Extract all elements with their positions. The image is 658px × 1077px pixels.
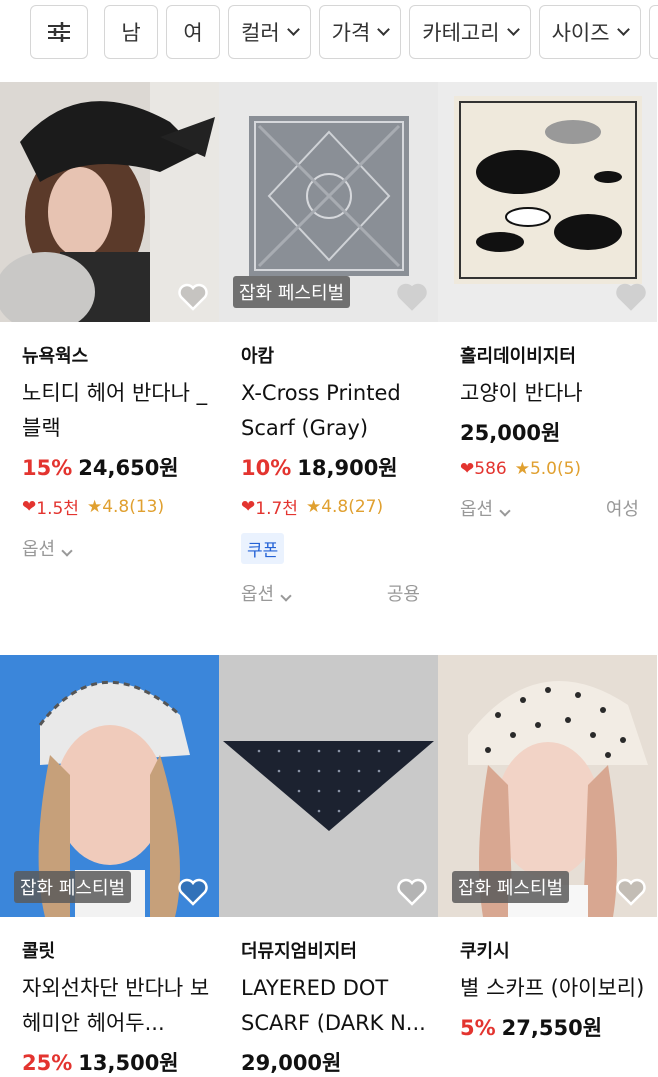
price: 13,500원 bbox=[78, 1051, 179, 1075]
product-image[interactable]: 잡화 페스티벌 bbox=[438, 655, 657, 917]
price-row: 25,000원 bbox=[460, 417, 657, 447]
product-image[interactable] bbox=[219, 655, 438, 917]
filter-color-dropdown[interactable]: 컬러 bbox=[228, 5, 311, 59]
star-icon: ★ bbox=[514, 459, 530, 479]
product-image[interactable] bbox=[0, 82, 219, 322]
discount-rate: 25% bbox=[22, 1051, 73, 1075]
brand-name[interactable]: 쿠키시 bbox=[460, 937, 657, 963]
product-card[interactable]: 뉴욕웍스 노티디 헤어 반다나 _ 블랙 15% 24,650원 ❤ 1.5천 ★ 4… bbox=[0, 82, 219, 561]
filter-male-button[interactable]: 남 bbox=[104, 5, 158, 59]
stats-row: ❤ 586 ★ 5.0(5) bbox=[460, 459, 657, 479]
stats-row: ❤ 1.7천 ★ 4.8(27) bbox=[241, 494, 438, 520]
product-card[interactable]: 더뮤지엄비지터 LAYERED DOT SCARF (DARK N... 29,… bbox=[219, 655, 438, 1077]
festival-badge: 잡화 페스티벌 bbox=[14, 871, 132, 903]
like-count: 1.5천 bbox=[36, 499, 79, 519]
brand-name[interactable]: 더뮤지엄비지터 bbox=[241, 937, 438, 963]
price-row: 5% 27,550원 bbox=[460, 1012, 657, 1042]
product-name[interactable]: 별 스카프 (아이보리) bbox=[460, 971, 657, 1006]
price: 27,550원 bbox=[501, 1016, 603, 1040]
brand-name[interactable]: 콜릿 bbox=[22, 937, 219, 963]
like-count: 586 bbox=[474, 459, 507, 479]
heart-outline-icon[interactable] bbox=[396, 877, 428, 907]
option-row[interactable]: 옵션 공용 bbox=[241, 580, 438, 606]
product-name[interactable]: LAYERED DOT SCARF (DARK N... bbox=[241, 971, 438, 1041]
star-icon: ★ bbox=[86, 496, 103, 517]
rating: 5.0(5) bbox=[529, 459, 582, 479]
option-label: 옵션 bbox=[22, 539, 56, 560]
product-image[interactable] bbox=[438, 82, 657, 322]
product-name[interactable]: 노티디 헤어 반다나 _ 블랙 bbox=[22, 376, 219, 446]
option-label: 옵션 bbox=[460, 499, 494, 520]
heart-filled-icon: ❤ bbox=[22, 496, 37, 517]
discount-rate: 5% bbox=[460, 1016, 496, 1040]
option-label: 옵션 bbox=[241, 584, 275, 605]
filter-price-dropdown[interactable]: 가격 bbox=[318, 5, 402, 59]
heart-outline-icon[interactable] bbox=[615, 282, 647, 312]
gender-label: 공용 bbox=[386, 584, 420, 605]
chevron-down-icon bbox=[506, 22, 520, 36]
rating: 4.8(13) bbox=[102, 496, 165, 517]
like-count: 1.7천 bbox=[255, 499, 298, 519]
price-row: 25% 13,500원 bbox=[22, 1047, 219, 1077]
chevron-down-icon bbox=[286, 22, 300, 36]
brand-name[interactable]: 홀리데이비지터 bbox=[460, 342, 657, 368]
discount-rate: 15% bbox=[22, 456, 73, 480]
product-card[interactable]: 잡화 페스티벌 쿠키시 별 스카프 (아이보리) 5% 27,550원 bbox=[438, 655, 657, 1042]
coupon-badge: 쿠폰 bbox=[241, 533, 285, 564]
heart-filled-icon: ❤ bbox=[460, 459, 475, 479]
rating: 4.8(27) bbox=[321, 496, 384, 517]
star-icon: ★ bbox=[305, 496, 322, 517]
product-card[interactable]: 잡화 페스티벌 콜릿 자외선차단 반다나 보헤미안 헤어두... 25% 13,5… bbox=[0, 655, 219, 1077]
product-name[interactable]: 고양이 반다나 bbox=[460, 376, 657, 411]
brand-name[interactable]: 아캄 bbox=[241, 342, 438, 368]
price-row: 15% 24,650원 bbox=[22, 452, 219, 482]
price: 24,650원 bbox=[78, 456, 179, 480]
chevron-down-icon bbox=[61, 545, 73, 557]
filter-size-dropdown[interactable]: 사이즈 bbox=[538, 5, 641, 59]
chevron-down-icon bbox=[280, 590, 292, 602]
product-image[interactable]: 잡화 페스티벌 bbox=[0, 655, 219, 917]
discount-rate: 10% bbox=[241, 456, 292, 480]
heart-outline-icon[interactable] bbox=[177, 282, 209, 312]
product-name[interactable]: X-Cross Printed Scarf (Gray) bbox=[241, 376, 438, 446]
chevron-down-icon bbox=[616, 22, 630, 36]
product-image[interactable]: 잡화 페스티벌 bbox=[219, 82, 438, 322]
filter-category-dropdown[interactable]: 카테고리 bbox=[409, 5, 531, 59]
product-name[interactable]: 자외선차단 반다나 보헤미안 헤어두... bbox=[22, 971, 219, 1041]
stats-row: ❤ 1.5천 ★ 4.8(13) bbox=[22, 494, 219, 520]
heart-outline-icon[interactable] bbox=[615, 877, 647, 907]
price: 18,900원 bbox=[297, 456, 398, 480]
chevron-down-icon bbox=[377, 22, 391, 36]
sliders-icon bbox=[48, 22, 70, 42]
festival-badge: 잡화 페스티벌 bbox=[233, 276, 351, 308]
filter-more-button[interactable] bbox=[648, 5, 658, 59]
festival-badge: 잡화 페스티벌 bbox=[452, 871, 570, 903]
heart-outline-icon[interactable] bbox=[396, 282, 428, 312]
product-card[interactable]: 잡화 페스티벌 아캄 X-Cross Printed Scarf (Gray) … bbox=[219, 82, 438, 606]
price: 25,000원 bbox=[460, 421, 561, 445]
price-row: 29,000원 bbox=[241, 1047, 438, 1077]
price-row: 10% 18,900원 bbox=[241, 452, 438, 482]
heart-outline-icon[interactable] bbox=[177, 877, 209, 907]
option-row[interactable]: 옵션 bbox=[22, 535, 219, 561]
product-card[interactable]: 홀리데이비지터 고양이 반다나 25,000원 ❤ 586 ★ 5.0(5) 옵션 여… bbox=[438, 82, 657, 521]
option-row[interactable]: 옵션 여성 bbox=[460, 495, 657, 521]
filter-settings-button[interactable] bbox=[30, 5, 88, 59]
filter-female-button[interactable]: 여 bbox=[166, 5, 220, 59]
price: 29,000원 bbox=[241, 1051, 342, 1075]
chevron-down-icon bbox=[499, 505, 511, 517]
gender-label: 여성 bbox=[605, 499, 639, 520]
filter-bar: 남 여 컬러 가격 카테고리 사이즈 bbox=[0, 0, 658, 64]
heart-filled-icon: ❤ bbox=[241, 496, 256, 517]
brand-name[interactable]: 뉴욕웍스 bbox=[22, 342, 219, 368]
